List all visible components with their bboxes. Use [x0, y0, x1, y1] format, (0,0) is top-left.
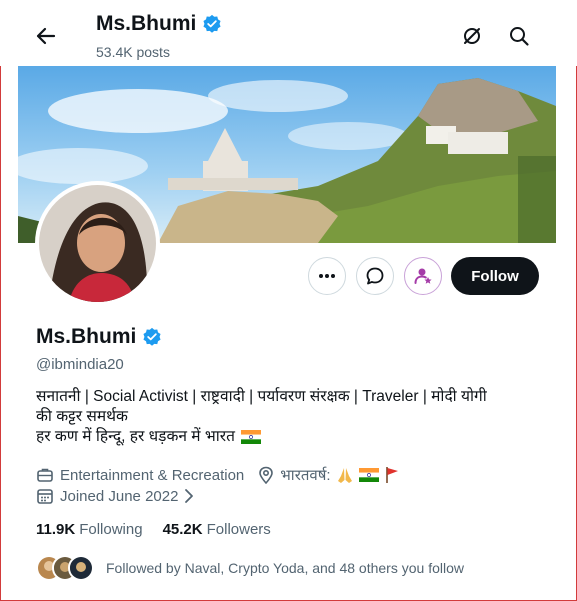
red-flag-icon: [385, 466, 399, 484]
profile-joined: Joined June 2022: [60, 487, 179, 505]
follow-button[interactable]: Follow: [451, 257, 539, 295]
bio-line-text: हर कण में हिन्दू, हर धड़कन में भारत: [36, 428, 235, 445]
back-arrow-icon: [36, 27, 56, 45]
top-bar: Ms.Bhumi 53.4K posts: [0, 0, 577, 66]
india-flag-icon: [240, 430, 261, 444]
grok-button[interactable]: [458, 22, 486, 50]
followers-count: 45.2K: [162, 521, 203, 538]
profile-meta-row: Entertainment & Recreation भारतवर्ष:: [36, 465, 399, 485]
profile-handle: @ibmindia20: [36, 356, 124, 373]
profile-category: Entertainment & Recreation: [60, 466, 245, 484]
back-button[interactable]: [30, 22, 62, 50]
bio-line: सनातनी | Social Activist | राष्ट्रवादी |…: [36, 388, 487, 405]
post-count: 53.4K posts: [96, 44, 170, 60]
message-icon: [366, 267, 384, 285]
verified-badge-icon: [203, 14, 221, 33]
briefcase-icon: [36, 466, 54, 484]
following-label: Following: [79, 521, 143, 538]
follower-avatar: [68, 555, 94, 581]
profile-bio: सनातनी | Social Activist | राष्ट्रवादी |…: [36, 387, 536, 447]
india-flag-icon: [358, 468, 379, 482]
profile-stats: 11.9K Following 45.2K Followers: [36, 521, 271, 538]
calendar-icon: [36, 487, 54, 505]
bio-line: हर कण में हिन्दू, हर धड़कन में भारत: [36, 427, 536, 447]
profile-joined-row[interactable]: Joined June 2022: [36, 487, 194, 505]
bio-line: की कट्टर समर्थक: [36, 408, 128, 425]
grok-icon: [464, 28, 480, 44]
followed-by-text: Followed by Naval, Crypto Yoda, and 48 o…: [106, 560, 464, 576]
subscribe-icon: [414, 268, 432, 284]
header-name: Ms.Bhumi: [96, 12, 197, 35]
header-title: Ms.Bhumi: [96, 12, 222, 36]
profile-location: भारतवर्ष:: [280, 467, 331, 484]
profile-avatar[interactable]: [35, 181, 160, 306]
followed-by-row[interactable]: Followed by Naval, Crypto Yoda, and 48 o…: [36, 553, 464, 583]
location-icon: [258, 466, 274, 484]
profile-name-text: Ms.Bhumi: [36, 325, 137, 348]
subscribe-button[interactable]: [404, 257, 442, 295]
following-link[interactable]: 11.9K Following: [36, 521, 143, 538]
avatar-image: [39, 185, 156, 302]
followers-label: Followers: [206, 521, 271, 538]
more-button[interactable]: [308, 257, 346, 295]
chevron-right-icon: [184, 488, 194, 504]
praying-hands-icon: [335, 466, 355, 484]
verified-badge-icon[interactable]: [142, 327, 162, 347]
more-icon: [319, 274, 335, 278]
profile-name: Ms.Bhumi: [36, 325, 162, 349]
followers-link[interactable]: 45.2K Followers: [163, 521, 271, 538]
message-button[interactable]: [356, 257, 394, 295]
search-button[interactable]: [505, 22, 533, 50]
following-count: 11.9K: [36, 521, 76, 538]
search-icon: [510, 27, 529, 46]
